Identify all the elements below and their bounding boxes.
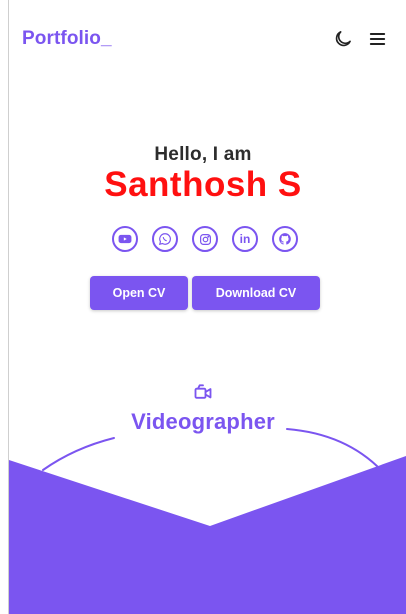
download-cv-button[interactable]: Download CV [192, 276, 320, 310]
header-actions [332, 28, 388, 50]
cta-row: Open CV Download CV [0, 276, 406, 310]
purple-bottom-shape [9, 428, 406, 614]
instagram-link[interactable] [192, 226, 218, 252]
instagram-icon [199, 233, 211, 245]
site-logo[interactable]: Portfolio_ [22, 28, 112, 50]
portfolio-page: Portfolio_ Hello, I am Santhosh S in Ope… [0, 0, 406, 614]
hero-section: Hello, I am Santhosh S [0, 145, 406, 202]
github-link[interactable] [272, 226, 298, 252]
whatsapp-icon [158, 233, 171, 246]
whatsapp-link[interactable] [152, 226, 178, 252]
linkedin-link[interactable]: in [232, 226, 258, 252]
linkedin-icon: in [239, 232, 251, 246]
hamburger-menu-icon[interactable] [366, 28, 388, 50]
greeting-text: Hello, I am [154, 144, 252, 165]
hero-name: Santhosh S [104, 164, 302, 204]
video-camera-icon [192, 382, 214, 402]
social-links: in [0, 226, 406, 252]
youtube-icon [118, 234, 132, 244]
github-icon [279, 233, 291, 245]
youtube-link[interactable] [112, 226, 138, 252]
open-cv-button[interactable]: Open CV [90, 276, 188, 310]
top-header: Portfolio_ [0, 0, 406, 78]
moon-icon[interactable] [332, 28, 354, 50]
